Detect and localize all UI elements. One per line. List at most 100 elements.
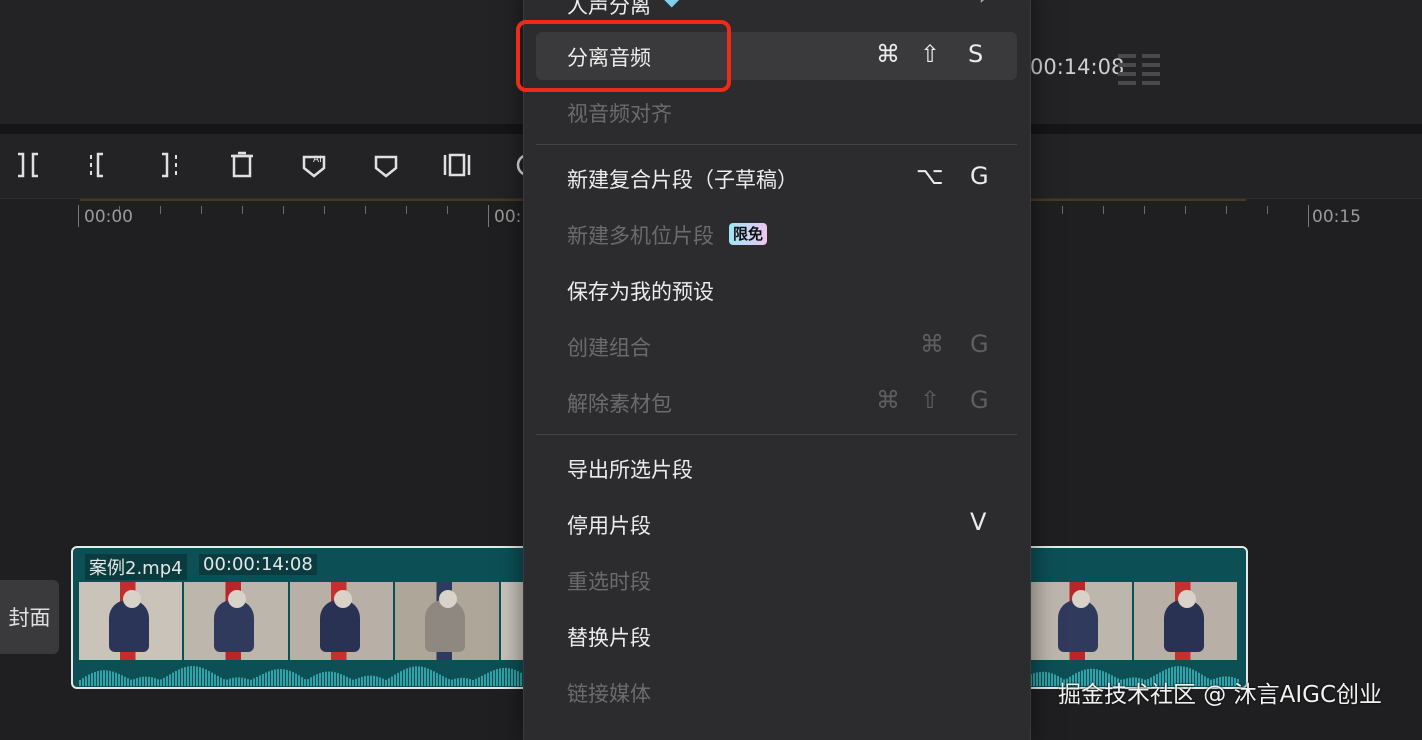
waveform-bar: [481, 675, 483, 686]
waveform-bar: [118, 673, 120, 686]
waveform-bar: [313, 675, 315, 686]
waveform-bar: [103, 670, 105, 686]
waveform-bar: [364, 676, 366, 686]
menu-item-export-selected[interactable]: 导出所选片段: [524, 444, 1030, 492]
waveform-bar: [91, 673, 93, 686]
menu-item-new-compound-clip[interactable]: 新建复合片段（子草稿） ⌥ G: [524, 154, 1030, 202]
waveform-bar: [235, 677, 237, 686]
waveform-bar: [403, 669, 405, 686]
waveform-bar: [310, 677, 312, 686]
waveform-bar: [301, 677, 303, 686]
waveform-bar: [391, 676, 393, 686]
ruler-label-mid: 00:: [494, 207, 522, 227]
waveform-bar: [274, 669, 276, 686]
menu-item-create-group[interactable]: 创建组合 ⌘ G: [524, 322, 1030, 370]
waveform-bar: [379, 677, 381, 686]
waveform-bar: [295, 673, 297, 686]
submenu-chevron-icon: ›: [978, 0, 990, 13]
waveform-bar: [472, 679, 474, 686]
waveform-bar: [1039, 671, 1041, 686]
vip-diamond-icon: ◆: [664, 0, 679, 10]
ruler-tick: [447, 206, 448, 214]
waveform-bar: [517, 671, 519, 686]
ai-marker-icon[interactable]: AI: [299, 150, 329, 180]
freeze-frame-icon[interactable]: [442, 150, 472, 180]
waveform-bar: [181, 668, 183, 686]
shortcut-key: G: [970, 162, 989, 190]
waveform-bar: [298, 675, 300, 686]
waveform-bar: [442, 676, 444, 686]
waveform-bar: [187, 666, 189, 686]
menu-item-label: 替换片段: [567, 626, 651, 650]
menu-item-label: 创建组合: [567, 336, 651, 360]
waveform-bar: [304, 679, 306, 686]
waveform-bar: [1054, 674, 1056, 686]
waveform-bar: [217, 676, 219, 686]
menu-item-reselect-period[interactable]: 重选时段: [524, 556, 1030, 604]
waveform-bar: [145, 676, 147, 686]
menu-item-label: 导出所选片段: [567, 458, 693, 482]
menu-item-replace-clip[interactable]: 替换片段: [524, 612, 1030, 660]
waveform-bar: [169, 674, 171, 686]
waveform-bar: [496, 669, 498, 686]
waveform-bar: [208, 670, 210, 686]
waveform-bar: [508, 668, 510, 686]
waveform-bar: [451, 679, 453, 686]
trim-left-icon[interactable]: [84, 150, 114, 180]
waveform-bar: [319, 673, 321, 686]
waveform-bar: [253, 678, 255, 686]
waveform-bar: [358, 677, 360, 686]
waveform-bar: [193, 666, 195, 686]
waveform-bar: [97, 670, 99, 686]
waveform-bar: [283, 669, 285, 686]
shift-key-icon: ⇧: [920, 386, 941, 414]
waveform-bar: [166, 676, 168, 686]
clip-name: 案例2.mp4: [85, 554, 187, 580]
marker-icon[interactable]: [371, 150, 401, 180]
trim-right-icon[interactable]: [156, 150, 186, 180]
waveform-bar: [100, 670, 102, 686]
menu-item-label: 重选时段: [567, 570, 651, 594]
delete-icon[interactable]: [227, 150, 257, 180]
menu-item-new-multicam[interactable]: 新建多机位片段 限免: [524, 210, 1030, 258]
ruler-tick: [1226, 206, 1227, 214]
layout-grid-icon[interactable]: [1118, 54, 1164, 90]
shortcut-key: G: [970, 330, 989, 358]
cover-button[interactable]: 封面: [0, 580, 59, 654]
svg-text:AI: AI: [313, 155, 322, 165]
ruler-tick: [201, 206, 202, 214]
waveform-bar: [121, 675, 123, 686]
waveform-bar: [172, 672, 174, 686]
waveform-bar: [106, 670, 108, 686]
waveform-bar: [373, 675, 375, 686]
waveform-bar: [457, 678, 459, 686]
waveform-bar: [361, 676, 363, 686]
waveform-bar: [424, 667, 426, 686]
menu-item-save-preset[interactable]: 保存为我的预设: [524, 266, 1030, 314]
waveform-bar: [349, 678, 351, 686]
waveform-bar: [142, 676, 144, 686]
waveform-bar: [382, 678, 384, 686]
waveform-bar: [268, 671, 270, 686]
watermark: 掘金技术社区 @ 沐言AIGC创业: [1058, 682, 1383, 708]
waveform-bar: [322, 672, 324, 686]
menu-item-disable-clip[interactable]: 停用片段 V: [524, 500, 1030, 548]
waveform-bar: [148, 676, 150, 686]
annotation-highlight-box: [516, 20, 731, 92]
split-icon[interactable]: [13, 150, 43, 180]
waveform-bar: [265, 672, 267, 686]
ruler-tick: [160, 206, 161, 214]
menu-item-link-media[interactable]: 链接媒体: [524, 668, 1030, 716]
menu-item-av-align[interactable]: 视音频对齐: [524, 88, 1030, 136]
waveform-bar: [241, 677, 243, 686]
waveform-bar: [328, 671, 330, 686]
waveform-bar: [199, 667, 201, 686]
shortcut-key: S: [968, 40, 984, 68]
waveform-bar: [370, 675, 372, 686]
waveform-bar: [196, 666, 198, 686]
waveform-bar: [340, 674, 342, 686]
menu-item-ungroup-pack[interactable]: 解除素材包 ⌘ ⇧ G: [524, 378, 1030, 426]
waveform-bar: [355, 678, 357, 686]
waveform-bar: [502, 667, 504, 686]
waveform-bar: [352, 679, 354, 686]
